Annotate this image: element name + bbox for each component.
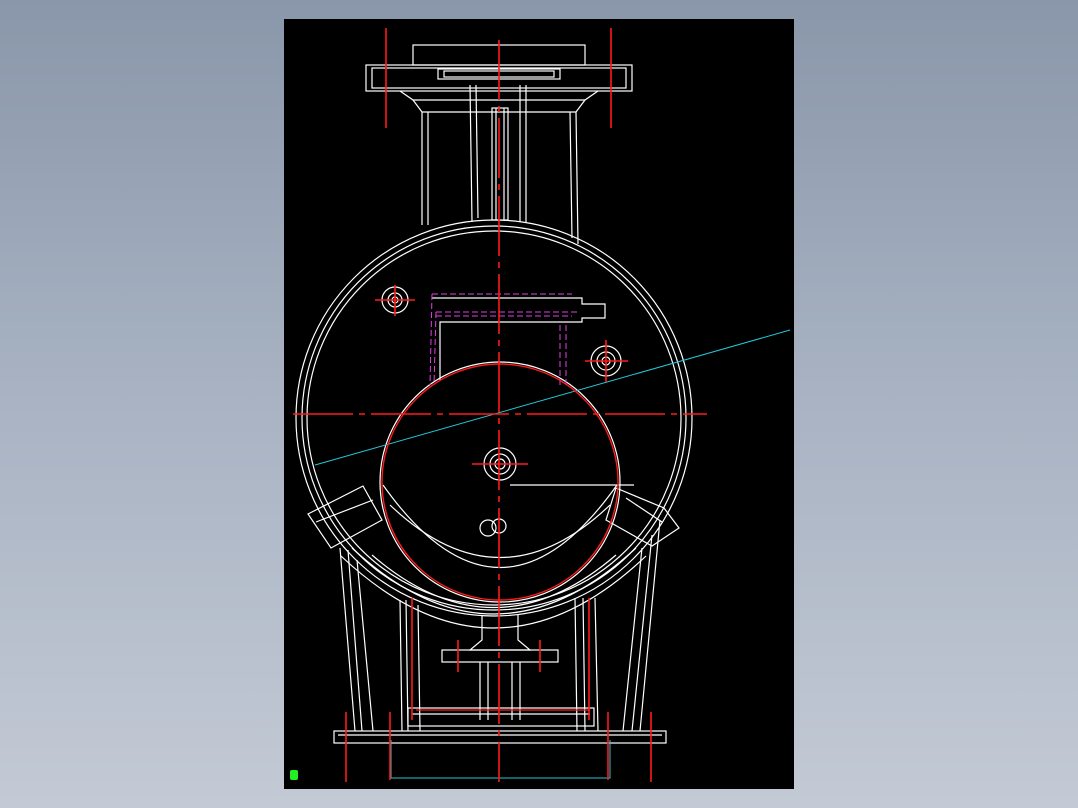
- viewport-background: [284, 19, 794, 789]
- ucs-icon: [290, 770, 298, 780]
- cad-drawing: [284, 19, 794, 789]
- cad-viewport[interactable]: [284, 19, 794, 789]
